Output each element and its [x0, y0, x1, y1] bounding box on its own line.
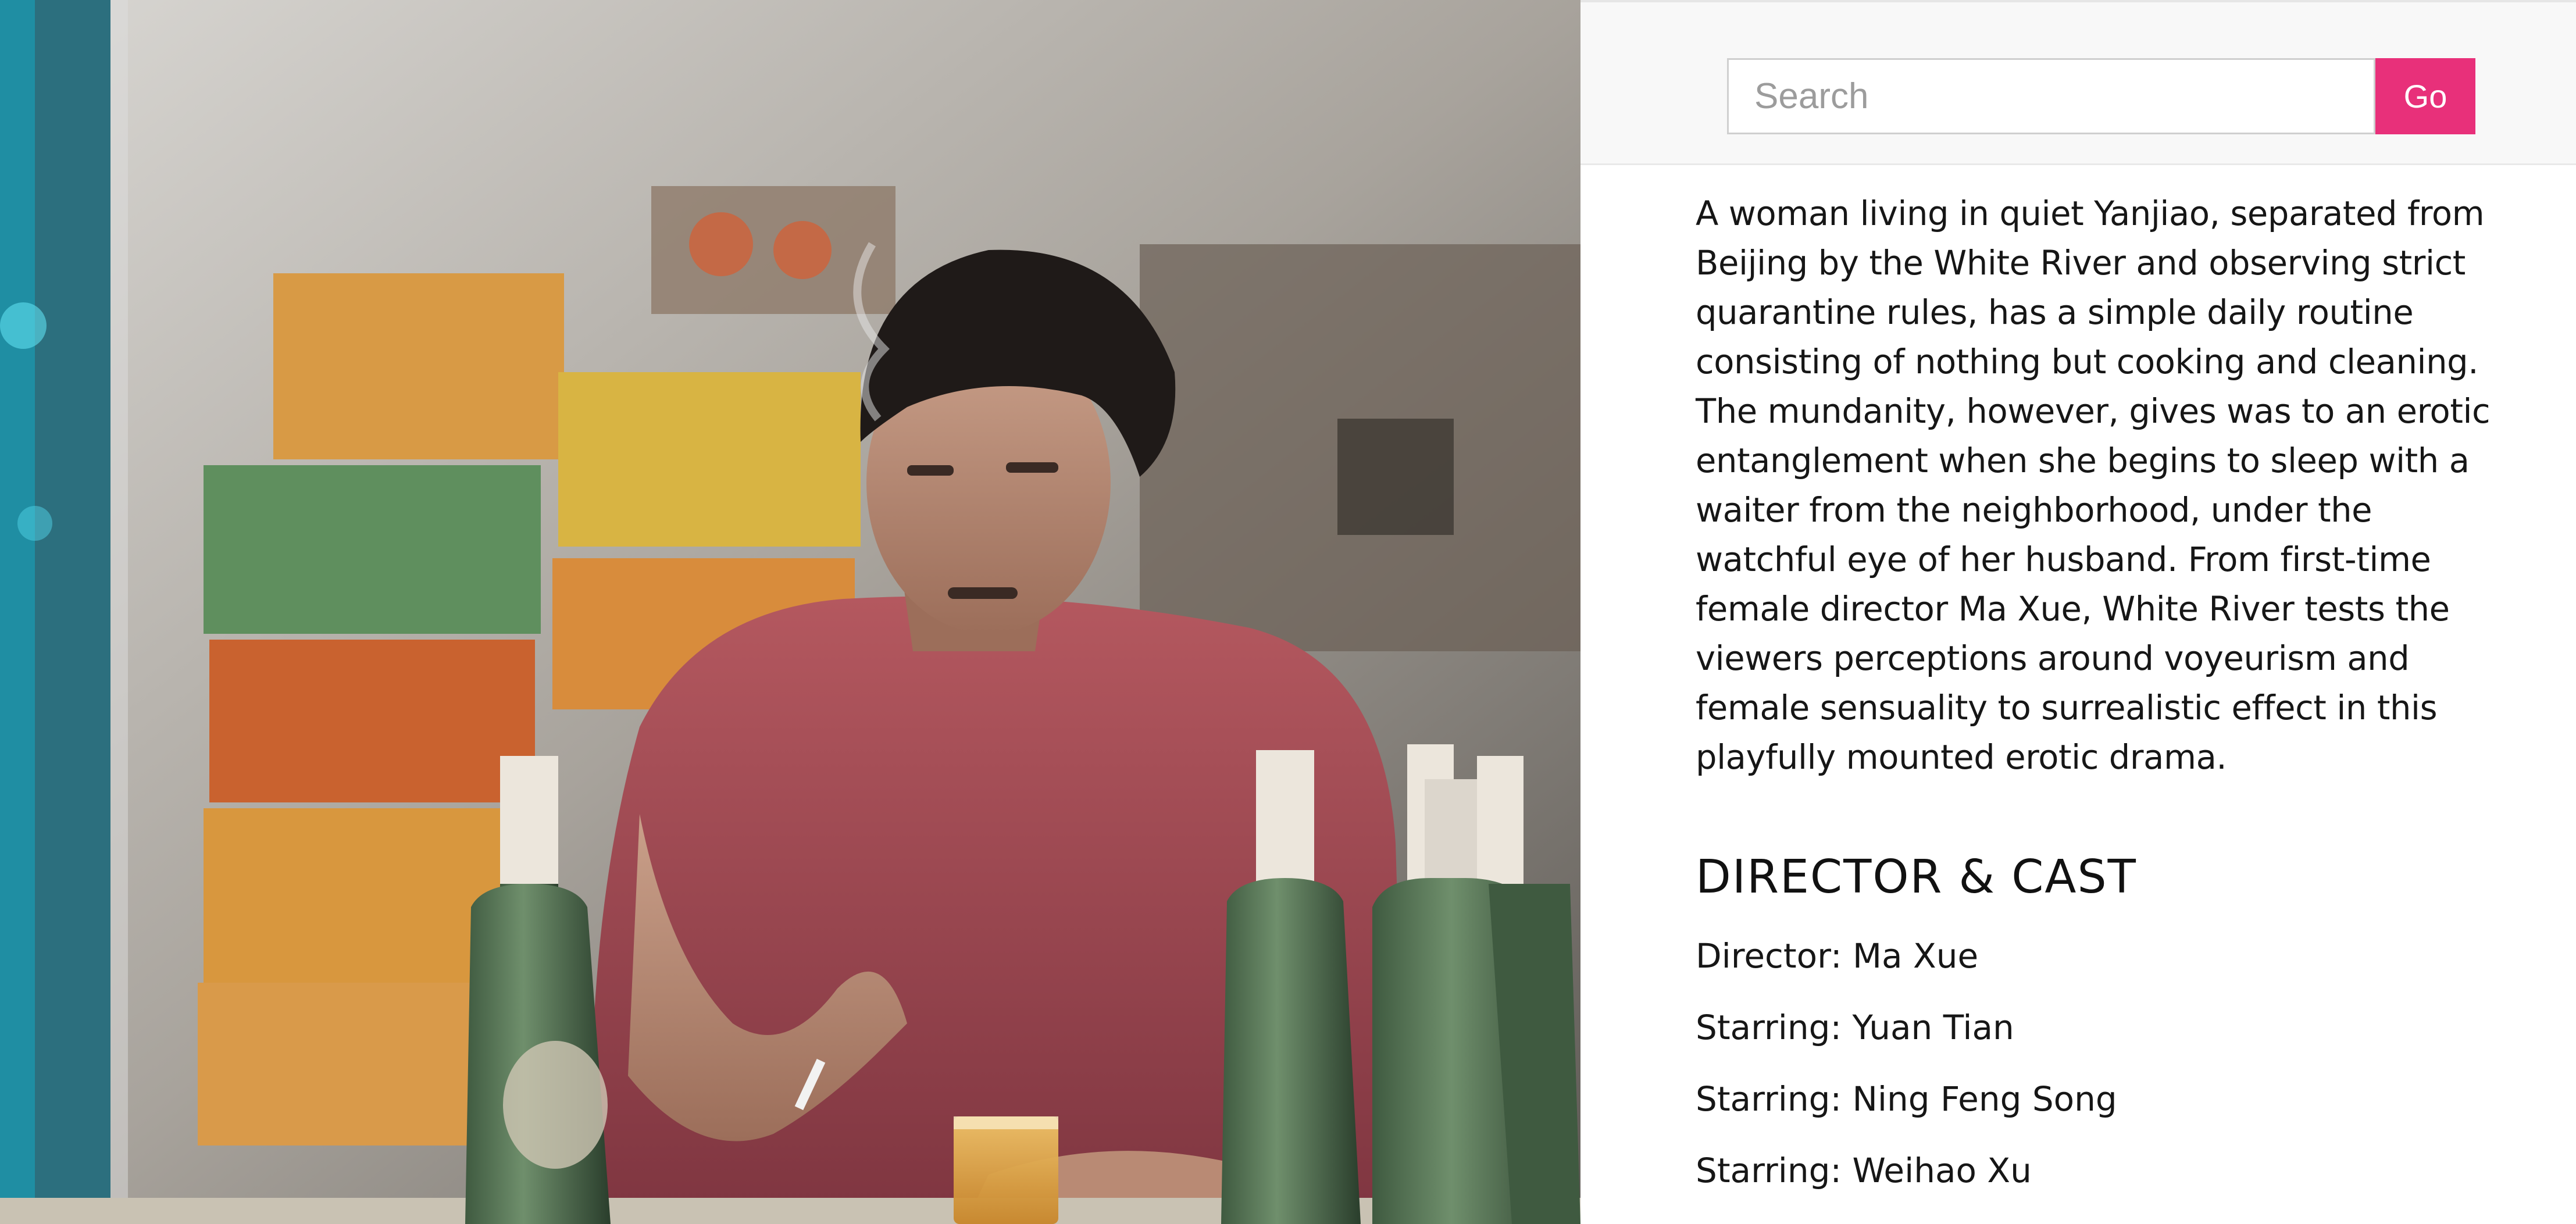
search-input[interactable] — [1727, 58, 2375, 134]
synopsis-text: A woman living in quiet Yanjiao, separat… — [1696, 189, 2498, 782]
synopsis-line: playfully mounted erotic drama. — [1696, 738, 2227, 777]
content-panel: Go A woman living in quiet Yanjiao, sepa… — [1580, 0, 2576, 1224]
synopsis-line: entanglement when she begins to sleep wi… — [1696, 441, 2470, 480]
film-details: A woman living in quiet Yanjiao, separat… — [1696, 189, 2498, 1222]
synopsis-line: consisting of nothing but cooking and cl… — [1696, 342, 2479, 381]
credits-list: Director: Ma Xue Starring: Yuan Tian Sta… — [1696, 936, 2498, 1191]
synopsis-line: female sensuality to surrealistic effect… — [1696, 688, 2438, 727]
film-still-image — [0, 0, 1580, 1224]
film-still-svg — [0, 0, 1580, 1224]
page: Go A woman living in quiet Yanjiao, sepa… — [0, 0, 2576, 1224]
director-cast-heading: DIRECTOR & CAST — [1696, 850, 2137, 904]
synopsis-line: watchful eye of her husband. From first-… — [1696, 540, 2431, 579]
synopsis-line: viewers perceptions around voyeurism and — [1696, 639, 2410, 678]
synopsis-line: female director Ma Xue, White River test… — [1696, 590, 2450, 629]
go-button[interactable]: Go — [2375, 58, 2475, 134]
credit-starring: Starring: Ning Feng Song — [1696, 1079, 2117, 1119]
synopsis-line: A woman living in quiet Yanjiao, separat… — [1696, 194, 2485, 233]
synopsis-line: Beijing by the White River and observing… — [1696, 244, 2466, 283]
search-bar: Go — [1580, 0, 2576, 165]
synopsis-line: quarantine rules, has a simple daily rou… — [1696, 293, 2414, 332]
synopsis-line: The mundanity, however, gives was to an … — [1696, 392, 2491, 431]
credit-starring: Starring: Yuan Tian — [1696, 1008, 2014, 1047]
credit-director: Director: Ma Xue — [1696, 936, 1979, 976]
search-form: Go — [1727, 58, 2475, 134]
credit-starring: Starring: Weihao Xu — [1696, 1151, 2032, 1190]
synopsis-line: waiter from the neighborhood, under the — [1696, 491, 2372, 530]
